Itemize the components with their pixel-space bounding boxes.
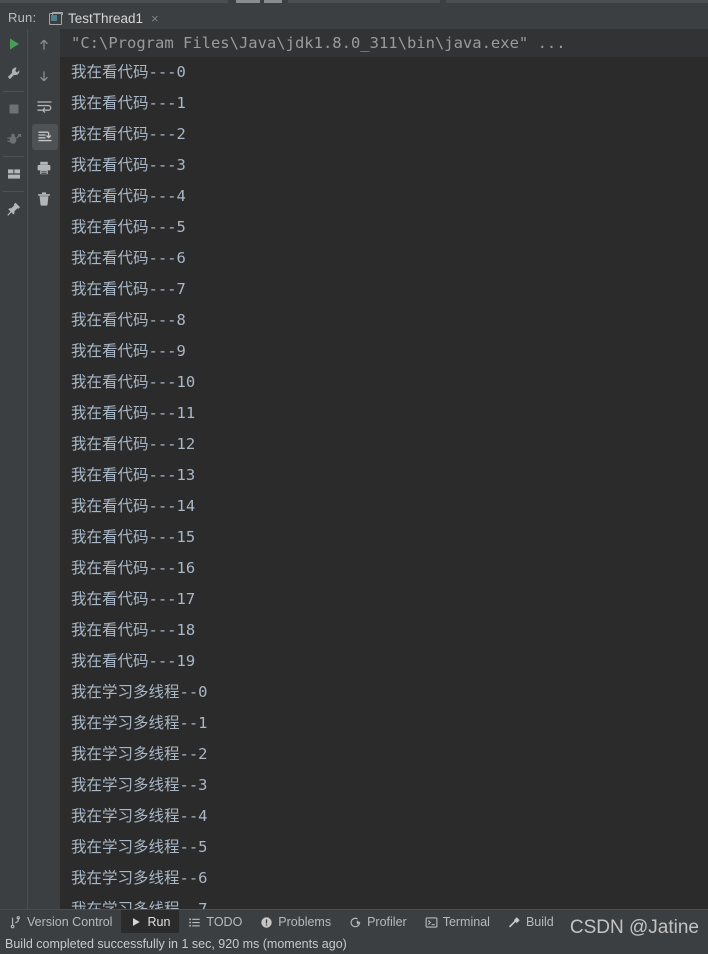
- pin-icon: [6, 202, 20, 216]
- tool-button-label: Terminal: [442, 915, 490, 929]
- arrow-up-icon: [40, 39, 48, 50]
- watermark: CSDN @Jatine: [569, 917, 699, 938]
- trash-icon: [38, 191, 50, 206]
- console-line-list: 我在看代码---0 我在看代码---1 我在看代码---2 我在看代码---3 我在看代…: [60, 57, 708, 909]
- layout-icon: [7, 169, 20, 179]
- tool-button-label: Profiler: [367, 915, 407, 929]
- tool-button-build[interactable]: Build: [499, 910, 563, 934]
- console-line: 我在看代码---8: [71, 311, 186, 329]
- console-output[interactable]: "C:\Program Files\Java\jdk1.8.0_311\bin\…: [60, 29, 708, 909]
- console-line: 我在学习多线程--3: [71, 776, 208, 794]
- console-line: 我在看代码---9: [71, 342, 186, 360]
- layout-button[interactable]: [0, 159, 27, 189]
- play-icon: [130, 916, 142, 928]
- debug-button[interactable]: [0, 124, 27, 154]
- tool-button-problems[interactable]: Problems: [251, 910, 340, 934]
- console-line: 我在学习多线程--4: [71, 807, 208, 825]
- tool-button-run[interactable]: Run: [121, 910, 180, 934]
- up-button[interactable]: [28, 29, 60, 60]
- tab-label: TestThread1: [68, 10, 144, 26]
- tool-button-todo[interactable]: TODO: [179, 910, 251, 934]
- down-button[interactable]: [28, 60, 60, 91]
- printer-icon: [37, 161, 51, 174]
- stop-button[interactable]: [0, 94, 27, 124]
- tool-button-label: Build: [525, 915, 554, 929]
- console-line: 我在看代码---14: [71, 497, 196, 515]
- toolbar-divider: [3, 91, 24, 92]
- stop-square-icon: [9, 104, 18, 114]
- console-line: 我在看代码---4: [71, 187, 186, 205]
- console-line: 我在看代码---19: [71, 652, 196, 670]
- close-icon[interactable]: ×: [149, 12, 159, 25]
- scroll-to-end-icon: [37, 131, 52, 142]
- terminal-icon: [425, 916, 438, 929]
- wrench-icon: [7, 67, 19, 80]
- console-line: 我在看代码---16: [71, 559, 196, 577]
- console-line: 我在学习多线程--0: [71, 683, 208, 701]
- branch-icon: [9, 915, 22, 929]
- console-line: 我在看代码---3: [71, 156, 186, 174]
- tool-button-label: Problems: [278, 915, 332, 929]
- bug-icon: [6, 133, 21, 144]
- top-strip-segment: [236, 0, 260, 3]
- top-strip-segment: [0, 0, 228, 3]
- rerun-button[interactable]: [0, 29, 27, 59]
- pin-button[interactable]: [0, 194, 27, 224]
- toolbar-divider: [3, 191, 24, 192]
- status-message: Build completed successfully in 1 sec, 9…: [5, 936, 347, 951]
- console-line: 我在看代码---15: [71, 528, 196, 546]
- console-line: 我在学习多线程--7: [71, 900, 208, 909]
- hammer-icon: [508, 916, 521, 929]
- console-line: 我在看代码---10: [71, 373, 196, 391]
- print-button[interactable]: [28, 152, 60, 183]
- console-line: 我在看代码---6: [71, 249, 186, 267]
- tool-button-label: Run: [147, 915, 171, 929]
- console-line: 我在看代码---13: [71, 466, 196, 484]
- console-line: 我在学习多线程--6: [71, 869, 208, 887]
- top-strip-segment: [264, 0, 282, 3]
- tab-testthread1[interactable]: TestThread1 ×: [43, 7, 165, 29]
- tool-button-label: TODO: [206, 915, 243, 929]
- console-line: 我在看代码---2: [71, 125, 186, 143]
- console-line: 我在看代码---12: [71, 435, 196, 453]
- console-line: 我在学习多线程--1: [71, 714, 208, 732]
- console-line: 我在看代码---7: [71, 280, 186, 298]
- arrow-down-icon: [40, 70, 48, 81]
- console-line: 我在看代码---5: [71, 218, 186, 236]
- run-tool-label: Run:: [8, 10, 37, 25]
- console-line: 我在看代码---1: [71, 94, 186, 112]
- tool-button-terminal[interactable]: Terminal: [416, 910, 499, 934]
- toolbar-divider: [3, 156, 24, 157]
- clear-all-button[interactable]: [28, 183, 60, 214]
- console-secondary-toolbar: [27, 29, 61, 909]
- console-line: 我在看代码---11: [71, 404, 196, 422]
- console-line: 我在看代码---18: [71, 621, 196, 639]
- list-icon: [188, 916, 201, 929]
- rerun-settings-button[interactable]: [0, 59, 27, 89]
- console-line: 我在学习多线程--2: [71, 745, 208, 763]
- run-tab-bar: Run: TestThread1 ×: [0, 7, 708, 36]
- tool-button-label: Version Control: [27, 915, 113, 929]
- top-strip-segment: [288, 0, 440, 3]
- console-line: 我在看代码---17: [71, 590, 196, 608]
- tool-button-profiler[interactable]: Profiler: [340, 910, 416, 934]
- error-circle-icon: [260, 916, 273, 929]
- ide-run-window: Run: TestThread1 × "C:\Program Files\Jav…: [0, 0, 708, 954]
- console-line: 我在学习多线程--5: [71, 838, 208, 856]
- run-primary-toolbar: [0, 29, 27, 909]
- soft-wrap-icon: [36, 101, 52, 113]
- console-line: 我在看代码---0: [71, 63, 186, 81]
- run-configuration-icon: [49, 11, 63, 25]
- top-strip-segment: [446, 0, 708, 3]
- play-icon: [9, 38, 19, 50]
- tool-button-version-control[interactable]: Version Control: [0, 910, 121, 934]
- console-command-line: "C:\Program Files\Java\jdk1.8.0_311\bin\…: [60, 29, 708, 57]
- scroll-to-end-button[interactable]: [31, 124, 58, 150]
- soft-wrap-button[interactable]: [28, 91, 60, 122]
- window-top-strip: [0, 0, 708, 7]
- profiler-icon: [349, 916, 362, 929]
